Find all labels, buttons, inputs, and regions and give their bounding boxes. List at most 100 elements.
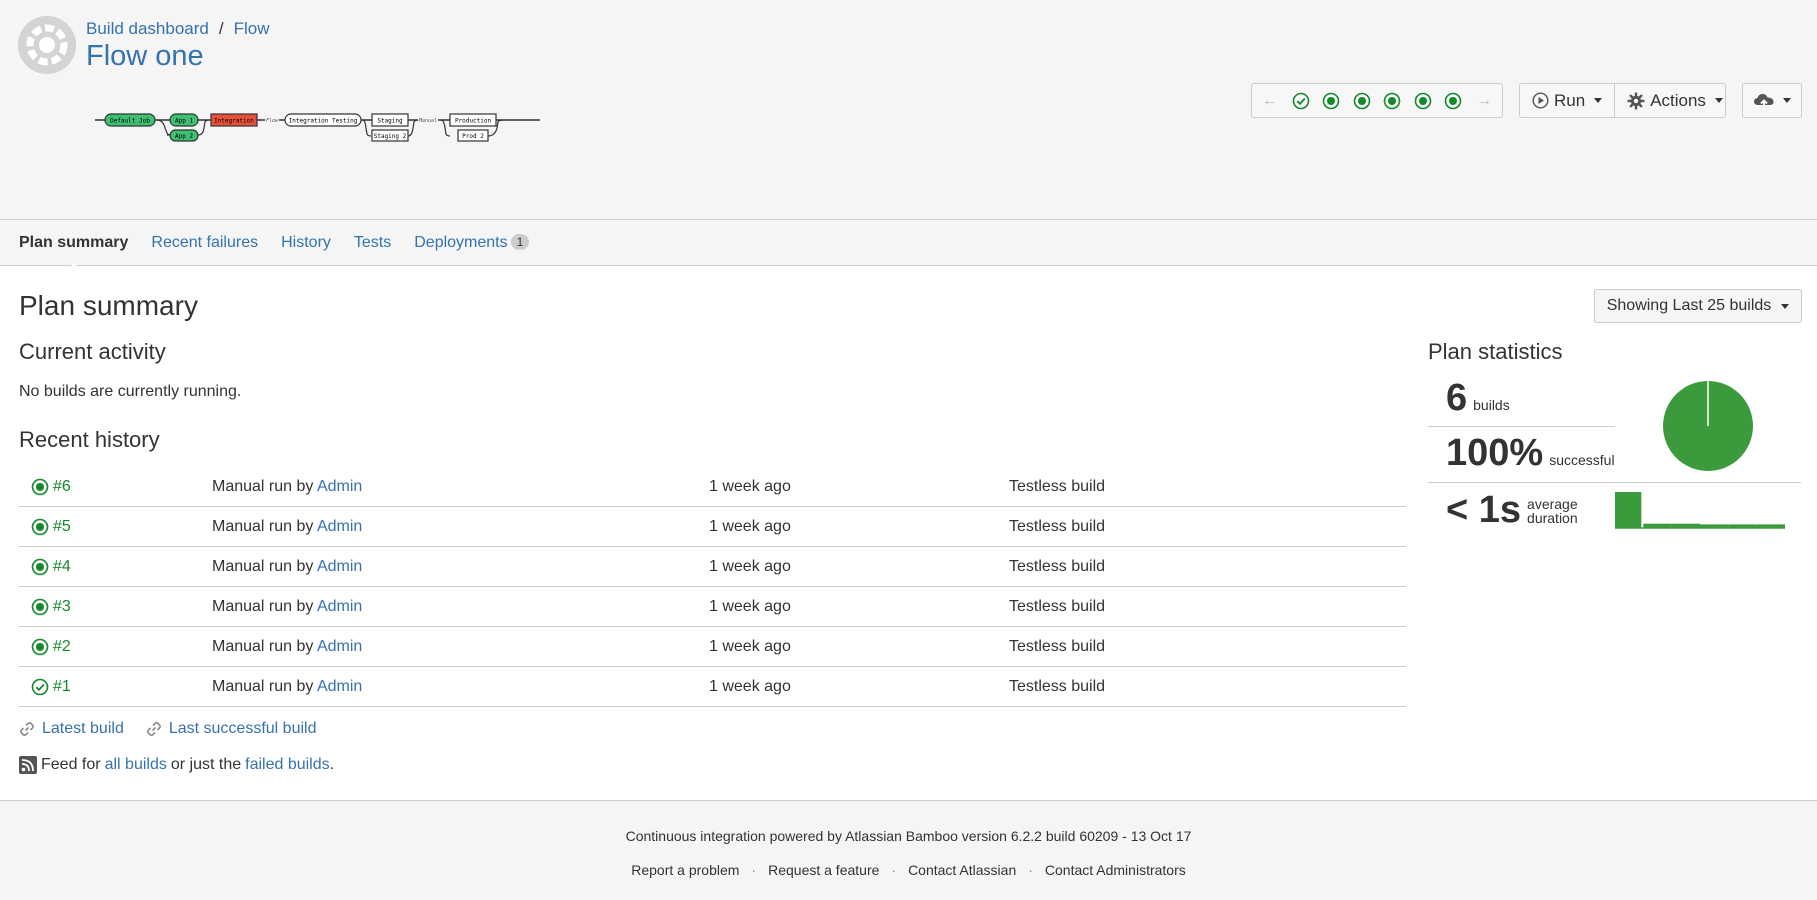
breadcrumb-separator: / [218, 19, 224, 38]
chevron-down-icon [1594, 98, 1603, 103]
latest-build-link[interactable]: Latest build [19, 720, 124, 738]
stage-prod-2[interactable]: Prod 2 [457, 129, 489, 142]
build-user-link[interactable]: Admin [317, 518, 362, 535]
build-nav-success-check-icon[interactable] [1291, 91, 1311, 111]
build-user-link[interactable]: Admin [317, 638, 362, 655]
svg-text:App 2: App 2 [175, 133, 193, 140]
build-number-link[interactable]: #4 [31, 558, 71, 576]
stage-production[interactable]: Production [449, 113, 497, 127]
build-navigator: ← → [1251, 83, 1503, 118]
pipeline-diagram[interactable]: Default Job App 1 App 2 Integration Flow… [95, 108, 545, 144]
stage-staging-2[interactable]: Staging 2 [371, 129, 409, 142]
connector-flow-label: Flow [266, 118, 279, 124]
stage-default-job[interactable]: Default Job [104, 113, 156, 127]
build-tests: Testless build [1009, 557, 1106, 575]
build-reason-prefix: Manual run by [212, 677, 314, 695]
success-icon [31, 518, 49, 536]
stage-staging[interactable]: Staging [371, 113, 409, 127]
table-row: #2 Manual run by Admin 1 week ago Testless … [19, 627, 1406, 667]
build-reason-prefix: Manual run by [212, 637, 314, 655]
tab-tests[interactable]: Tests [354, 234, 391, 252]
success-pie-chart [1663, 381, 1753, 471]
tab-plan-summary[interactable]: Plan summary [19, 234, 128, 270]
breadcrumb-build-dashboard[interactable]: Build dashboard [86, 19, 209, 39]
feed-prefix: Feed for [41, 756, 101, 773]
build-number-link[interactable]: #5 [31, 518, 71, 536]
build-number-link[interactable]: #1 [31, 678, 71, 696]
build-user-link[interactable]: Admin [317, 598, 362, 615]
link-icon [146, 722, 161, 736]
svg-text:Integration Testing: Integration Testing [289, 118, 358, 125]
build-nav-success-icon[interactable] [1382, 91, 1402, 111]
build-user-link[interactable]: Admin [317, 558, 362, 575]
footer-contact-atlassian-link[interactable]: Contact Atlassian [908, 862, 1016, 878]
success-icon [31, 558, 49, 576]
plan-tabs: Plan summary Recent failures History Tes… [0, 220, 1817, 270]
feed-middle: or just the [170, 756, 242, 773]
feed-suffix: . [329, 756, 335, 773]
build-nav-success-icon[interactable] [1413, 91, 1433, 111]
success-icon [31, 638, 49, 656]
last-successful-build-link-label[interactable]: Last successful build [169, 720, 317, 738]
stage-integration[interactable]: Integration [210, 113, 258, 127]
page-header: Build dashboard / Flow Flow one Default … [0, 0, 1817, 220]
build-number-link[interactable]: #6 [31, 478, 71, 496]
footer-powered-by: Continuous integration powered by Atlass… [625, 828, 1192, 844]
latest-build-link-label[interactable]: Latest build [42, 720, 124, 738]
stage-app-1[interactable]: App 1 [169, 113, 199, 127]
tab-history[interactable]: History [281, 234, 331, 252]
build-time: 1 week ago [709, 477, 791, 495]
build-nav-success-icon[interactable] [1321, 91, 1341, 111]
showing-builds-dropdown[interactable]: Showing Last 25 builds [1594, 289, 1802, 323]
table-row: #1 Manual run by Admin 1 week ago Testless … [19, 667, 1406, 707]
stage-integration-testing[interactable]: Integration Testing [284, 113, 362, 127]
table-row: #3 Manual run by Admin 1 week ago Testless … [19, 587, 1406, 627]
plan-title[interactable]: Flow one [86, 40, 204, 73]
footer-report-problem-link[interactable]: Report a problem [631, 862, 739, 878]
build-reason: Manual run by Admin [212, 558, 362, 576]
actions-button[interactable]: Actions [1614, 84, 1735, 117]
build-number-link[interactable]: #3 [31, 598, 71, 616]
success-icon [31, 598, 49, 616]
current-activity-heading: Current activity [19, 339, 166, 364]
project-avatar-icon [18, 16, 76, 74]
footer-request-feature-link[interactable]: Request a feature [768, 862, 879, 878]
tab-deployments[interactable]: Deployments 1 [414, 233, 530, 252]
footer-separator: · [1028, 862, 1033, 878]
footer-separator: · [891, 862, 897, 878]
actions-label: Actions [1650, 90, 1706, 110]
footer-contact-admins-link[interactable]: Contact Administrators [1045, 862, 1186, 878]
breadcrumb-flow[interactable]: Flow [234, 19, 270, 39]
build-reason-prefix: Manual run by [212, 557, 314, 575]
table-row: #5 Manual run by Admin 1 week ago Testless … [19, 507, 1406, 547]
feed-failed-builds-link[interactable]: failed builds [245, 756, 330, 774]
stage-app-2[interactable]: App 2 [169, 129, 199, 142]
success-label: successful [1549, 452, 1615, 468]
build-nav-success-icon[interactable] [1352, 91, 1372, 111]
arrow-right-icon[interactable]: → [1474, 92, 1494, 110]
plan-statistics-heading: Plan statistics [1428, 339, 1563, 364]
chevron-down-icon [1783, 98, 1791, 103]
page-title: Plan summary [19, 290, 198, 321]
arrow-left-icon[interactable]: ← [1260, 92, 1280, 110]
run-button[interactable]: Run [1520, 84, 1614, 117]
stat-success-rate: 100% successful [1446, 432, 1615, 475]
build-number-link[interactable]: #2 [31, 638, 71, 656]
footer-links: Report a problem · Request a feature · C… [0, 862, 1817, 878]
breadcrumb: Build dashboard / Flow [86, 19, 270, 39]
run-label: Run [1554, 90, 1586, 110]
feed-all-builds-link[interactable]: all builds [105, 756, 167, 774]
build-time: 1 week ago [709, 677, 791, 695]
duration-bar [1615, 492, 1642, 528]
builds-label: builds [1473, 397, 1510, 413]
tab-recent-failures[interactable]: Recent failures [151, 234, 258, 252]
project-avatar [18, 16, 76, 74]
deploy-button[interactable] [1742, 83, 1802, 118]
build-time: 1 week ago [709, 557, 791, 575]
build-nav-success-icon[interactable] [1443, 91, 1463, 111]
build-reason: Manual run by Admin [212, 478, 362, 496]
last-successful-build-link[interactable]: Last successful build [146, 720, 317, 738]
build-user-link[interactable]: Admin [317, 478, 362, 495]
chevron-down-icon [1781, 303, 1790, 309]
build-user-link[interactable]: Admin [317, 678, 362, 695]
